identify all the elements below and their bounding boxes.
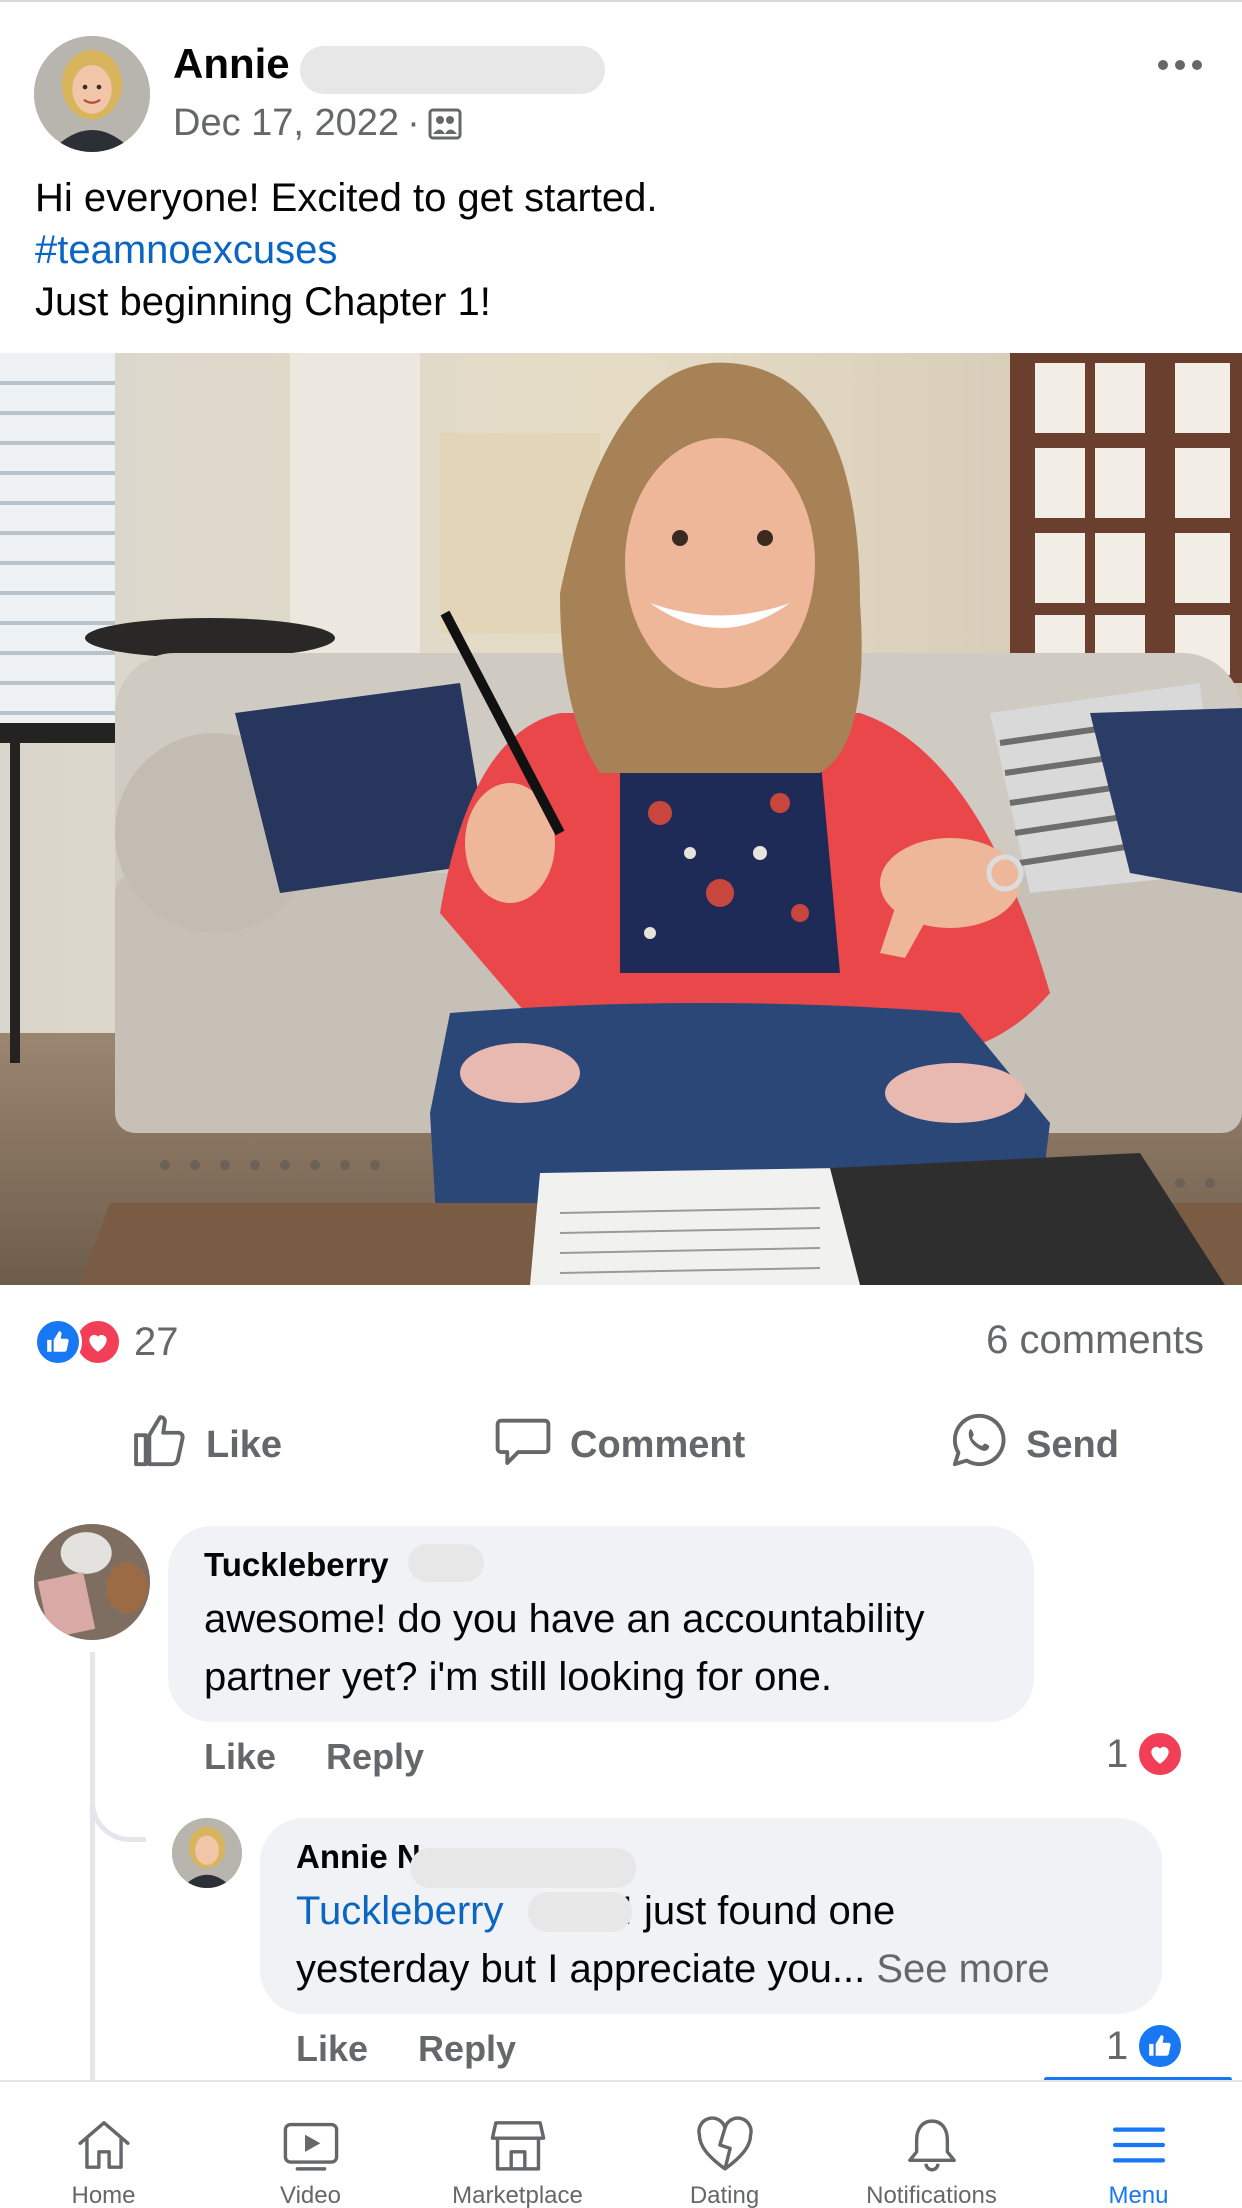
post-text-line: Just beginning Chapter 1! [35,280,491,324]
nav-video[interactable]: Video [207,2082,414,2208]
reply-author-avatar[interactable] [172,1818,242,1888]
redacted-mention-surname [528,1892,632,1932]
video-icon [283,2122,338,2171]
nav-label: Video [280,2182,341,2208]
author-avatar[interactable] [34,36,150,152]
reply-reaction-count: 1 [1106,2023,1129,2068]
nav-home[interactable]: Home [0,2082,207,2208]
redacted-surname [410,1848,636,1888]
reply-author-name[interactable]: Annie N [296,1838,421,1876]
post-meta: Dec 17, 2022 · [173,102,462,145]
thread-connector [90,1770,146,1842]
home-icon [77,2121,130,2169]
comment-bubble-icon [494,1411,552,1479]
send-label: Send [1026,1423,1119,1466]
hashtag-link[interactable]: #teamnoexcuses [35,224,658,276]
more-options-icon[interactable] [1150,50,1210,80]
see-more-link[interactable]: See more [876,1947,1049,1991]
bottom-navigation: Home Video Marketplace Dating Notificati… [0,2080,1242,2208]
send-button[interactable]: Send [950,1410,1119,1480]
nav-label: Notifications [866,2182,997,2208]
love-reaction-icon [1136,1730,1185,1778]
nav-menu[interactable]: Menu [1035,2082,1242,2208]
top-divider [0,0,1242,2]
redacted-surname [408,1544,484,1582]
whatsapp-icon [950,1411,1008,1479]
meta-separator: · [407,102,420,144]
reply-reaction[interactable]: 1 [1106,2022,1185,2070]
like-label: Like [206,1423,283,1466]
reply-reply-button[interactable]: Reply [418,2028,516,2070]
like-button[interactable]: Like [130,1410,282,1480]
post-photo[interactable] [0,353,1242,1285]
nav-label: Menu [1108,2182,1169,2208]
bell-icon [907,2119,956,2172]
marketplace-icon [490,2121,545,2171]
comment-reaction-count: 1 [1106,1731,1129,1776]
nav-marketplace[interactable]: Marketplace [414,2082,621,2208]
comment-reply-button[interactable]: Reply [326,1736,424,1778]
comment-button[interactable]: Comment [494,1410,745,1480]
commenter-name[interactable]: Tuckleberry [204,1546,389,1584]
comment-bubble: Tuckleberry awesome! do you have an acco… [168,1526,1034,1722]
post-text-line: Hi everyone! Excited to get started. [35,176,658,220]
group-icon [428,107,462,141]
reply-text: Tuckleberry I just found one yesterday b… [296,1882,1146,1998]
dating-icon [696,2116,753,2171]
reaction-count: 27 [134,1319,179,1364]
comment-text: awesome! do you have an accountability p… [204,1590,924,1706]
nav-label: Marketplace [452,2182,583,2208]
nav-dating[interactable]: Dating [621,2082,828,2208]
nav-label: Home [71,2182,136,2208]
author-name[interactable]: Annie [173,40,290,88]
redacted-surname [300,46,605,94]
comment-text-line: partner yet? i'm still looking for one. [204,1655,832,1699]
post-text: Hi everyone! Excited to get started. #te… [35,172,658,328]
comment-like-button[interactable]: Like [204,1736,276,1778]
comment-label: Comment [570,1423,746,1466]
commenter-avatar[interactable] [34,1524,150,1640]
comment-reaction[interactable]: 1 [1106,1730,1185,1778]
nav-notifications[interactable]: Notifications [828,2082,1035,2208]
reply-bubble: Annie N Tuckleberry I just found one yes… [260,1818,1162,2014]
reactions-summary[interactable]: 27 [34,1318,179,1366]
comment-text-line: awesome! do you have an accountability [204,1597,925,1641]
menu-icon [1112,2127,1165,2163]
reply-text-line: I just found one [621,1889,896,1933]
post-date[interactable]: Dec 17, 2022 [173,102,399,145]
reply-like-button[interactable]: Like [296,2028,368,2070]
post-action-bar: Like Comment Send [0,1410,1242,1480]
comments-count[interactable]: 6 comments [986,1318,1204,1363]
comment-actions: Like Reply [204,1736,424,1778]
thumbs-up-icon [130,1411,188,1479]
reply-text-line: yesterday but I appreciate you... [296,1947,866,1991]
mention-link[interactable]: Tuckleberry [296,1889,503,1933]
thread-line [90,1652,95,2082]
like-reaction-icon [1136,2022,1185,2070]
reply-actions: Like Reply [296,2028,516,2070]
like-reaction-icon [34,1318,82,1366]
nav-label: Dating [689,2182,760,2208]
